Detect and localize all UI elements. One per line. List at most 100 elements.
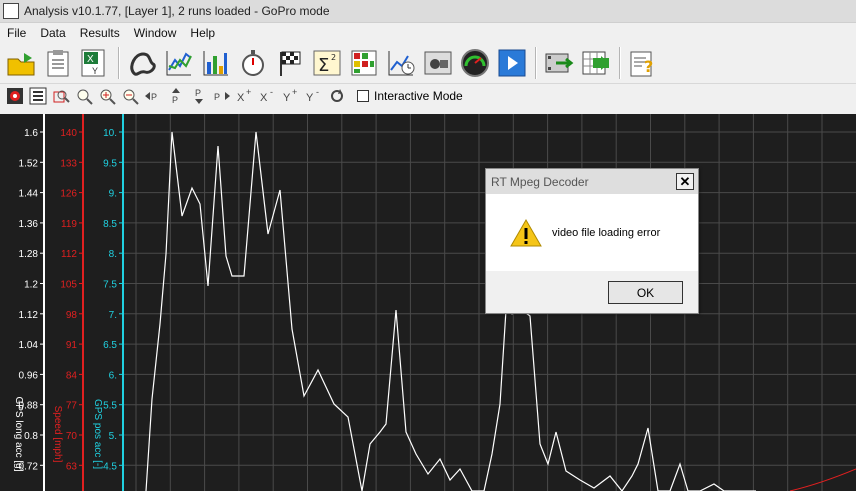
menu-help[interactable]: Help <box>183 26 222 40</box>
tick-label: 1.28 <box>19 249 39 260</box>
play-icon[interactable] <box>495 46 529 80</box>
tick-label: 0.96 <box>19 370 39 381</box>
menu-window[interactable]: Window <box>127 26 184 40</box>
svg-text:Y: Y <box>283 92 291 104</box>
excel-xy-icon[interactable]: XY <box>78 46 112 80</box>
toolbar-separator <box>118 47 119 79</box>
svg-text:?: ? <box>644 57 653 76</box>
svg-text:2: 2 <box>331 53 336 62</box>
x-plus-icon[interactable]: X + <box>234 86 256 106</box>
warning-icon <box>510 218 542 246</box>
svg-text:Σ: Σ <box>318 55 329 76</box>
interactive-mode-label: Interactive Mode <box>374 89 463 103</box>
zoom-in-icon[interactable] <box>96 86 118 106</box>
menu-results[interactable]: Results <box>73 26 127 40</box>
open-folder-icon[interactable] <box>4 46 38 80</box>
axis-label: Speed [mph] <box>52 406 63 463</box>
menu-data[interactable]: Data <box>33 26 72 40</box>
svg-text:P: P <box>151 92 157 102</box>
graph-toolbar: P P P P X + X- Y + Y- Interactive Mode <box>0 83 856 108</box>
svg-text:P: P <box>214 92 220 102</box>
tick-label: 9. <box>109 189 117 200</box>
graph-canvas: 1.61.521.441.361.281.21.121.040.960.880.… <box>13 114 856 491</box>
pan-right-icon[interactable]: P <box>211 86 233 106</box>
window-title: Analysis v10.1.77, [Layer 1], 2 runs loa… <box>24 4 330 18</box>
svg-text:Y: Y <box>306 92 314 104</box>
menu-file[interactable]: File <box>0 26 33 40</box>
menu-bar: File Data Results Window Help <box>0 23 856 43</box>
axis-label: GPS pos acc [-] <box>92 399 103 469</box>
y-plus-icon[interactable]: Y + <box>280 86 302 106</box>
tick-label: 8. <box>109 249 117 260</box>
svg-text:P: P <box>195 88 201 98</box>
tick-label: 91 <box>66 340 78 351</box>
tick-label: 7.5 <box>103 280 117 291</box>
video-export-icon[interactable] <box>542 46 576 80</box>
graph-area[interactable]: 1.6 1.52 1.44 1.36 1.28 1.2 1.12 1.04 0.96 0.88 0.… <box>0 108 856 491</box>
interactive-mode-checkbox[interactable] <box>357 90 369 102</box>
svg-text:+: + <box>292 87 297 97</box>
dialog-title: RT Mpeg Decoder <box>491 174 589 189</box>
tick-label: 126 <box>60 189 77 200</box>
zoom-box-icon[interactable] <box>50 86 72 106</box>
chart-clock-icon[interactable] <box>384 46 418 80</box>
svg-text:X: X <box>260 92 268 104</box>
zoom-fit-icon[interactable] <box>73 86 95 106</box>
x-minus-icon[interactable]: X- <box>257 86 279 106</box>
svg-text:+: + <box>246 87 251 97</box>
zoom-out-icon[interactable] <box>119 86 141 106</box>
tick-label: 77 <box>66 401 78 412</box>
target-icon[interactable] <box>4 86 26 106</box>
pan-left-icon[interactable]: P <box>142 86 164 106</box>
bar-graph-icon[interactable] <box>199 46 233 80</box>
tick-label: 6. <box>109 370 117 381</box>
clipboard-icon[interactable] <box>41 46 75 80</box>
tick-label: 1.04 <box>19 340 39 351</box>
svg-text:-: - <box>316 87 319 97</box>
tick-label: 133 <box>60 158 77 169</box>
tick-label: 70 <box>66 431 78 442</box>
dialog-body: video file loading error <box>486 194 698 271</box>
toolbar-separator <box>535 47 536 79</box>
ok-button[interactable]: OK <box>608 281 683 304</box>
tick-label: 98 <box>66 310 78 321</box>
pan-up-icon[interactable]: P <box>165 86 187 106</box>
pan-down-icon[interactable]: P <box>188 86 210 106</box>
y-minus-icon[interactable]: Y- <box>303 86 325 106</box>
tick-label: 4.5 <box>103 461 117 472</box>
toolbar-separator <box>619 47 620 79</box>
svg-text:-: - <box>270 87 273 97</box>
sigma-icon[interactable]: Σ2 <box>310 46 344 80</box>
list-icon[interactable] <box>27 86 49 106</box>
refresh-icon[interactable] <box>326 86 348 106</box>
tick-label: 1.36 <box>19 219 39 230</box>
calculator-grid-icon[interactable] <box>347 46 381 80</box>
video-camera-icon[interactable] <box>421 46 455 80</box>
error-dialog: RT Mpeg Decoder ✕ video file loading err… <box>485 168 699 314</box>
title-bar: Analysis v10.1.77, [Layer 1], 2 runs loa… <box>0 0 856 23</box>
tick-label: 112 <box>61 249 77 260</box>
line-graph-icon[interactable] <box>162 46 196 80</box>
gauge-icon[interactable] <box>458 46 492 80</box>
svg-text:Y: Y <box>92 66 98 76</box>
tick-label: 9.5 <box>103 158 117 169</box>
stopwatch-icon[interactable] <box>236 46 270 80</box>
track-map-icon[interactable] <box>125 46 159 80</box>
tick-label: 10. <box>103 128 117 139</box>
tick-label: 8.5 <box>103 219 117 230</box>
main-toolbar: XY Σ2 ? <box>0 43 856 83</box>
tick-label: 7. <box>109 310 117 321</box>
tick-label: 6.5 <box>103 340 117 351</box>
app-icon <box>3 3 19 19</box>
dialog-message: video file loading error <box>552 226 661 239</box>
svg-text:P: P <box>172 95 178 105</box>
tick-label: 63 <box>66 461 78 472</box>
tick-label: 105 <box>60 280 77 291</box>
tick-label: 1.52 <box>19 158 39 169</box>
tick-label: 1.12 <box>19 310 39 321</box>
grid-export-icon[interactable] <box>579 46 613 80</box>
close-icon[interactable]: ✕ <box>676 173 694 190</box>
checkered-flag-icon[interactable] <box>273 46 307 80</box>
axis-label: GPS long acc [g] <box>13 396 24 471</box>
help-icon[interactable]: ? <box>626 46 660 80</box>
